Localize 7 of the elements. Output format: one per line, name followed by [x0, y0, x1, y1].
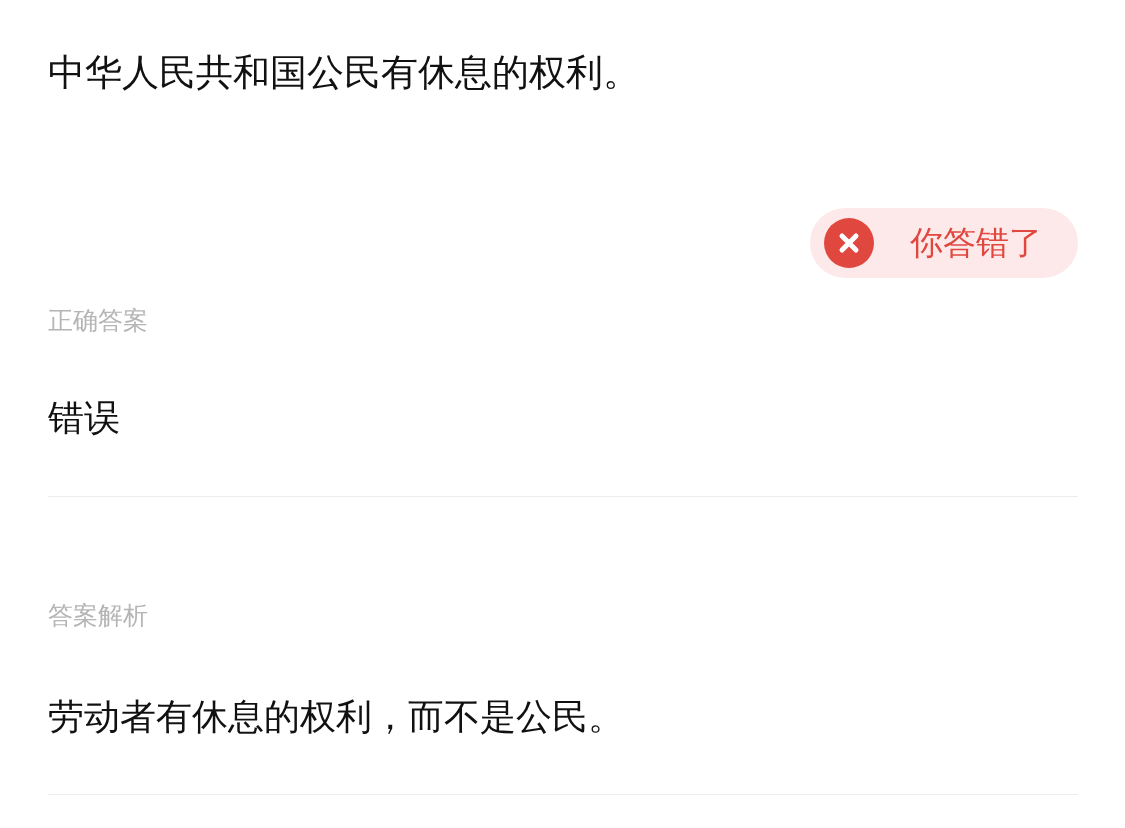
- answer-text: 错误: [48, 396, 121, 440]
- section-label: 正确答案: [48, 306, 149, 336]
- question-text: 中华人民共和国公民有休息的权利。: [48, 50, 641, 96]
- explanation-text: 劳动者有休息的权利，而不是公民。: [48, 695, 625, 739]
- result-badge: 你答错了: [810, 208, 1078, 278]
- cross-icon: [824, 218, 874, 268]
- section-label: 答案解析: [48, 601, 149, 631]
